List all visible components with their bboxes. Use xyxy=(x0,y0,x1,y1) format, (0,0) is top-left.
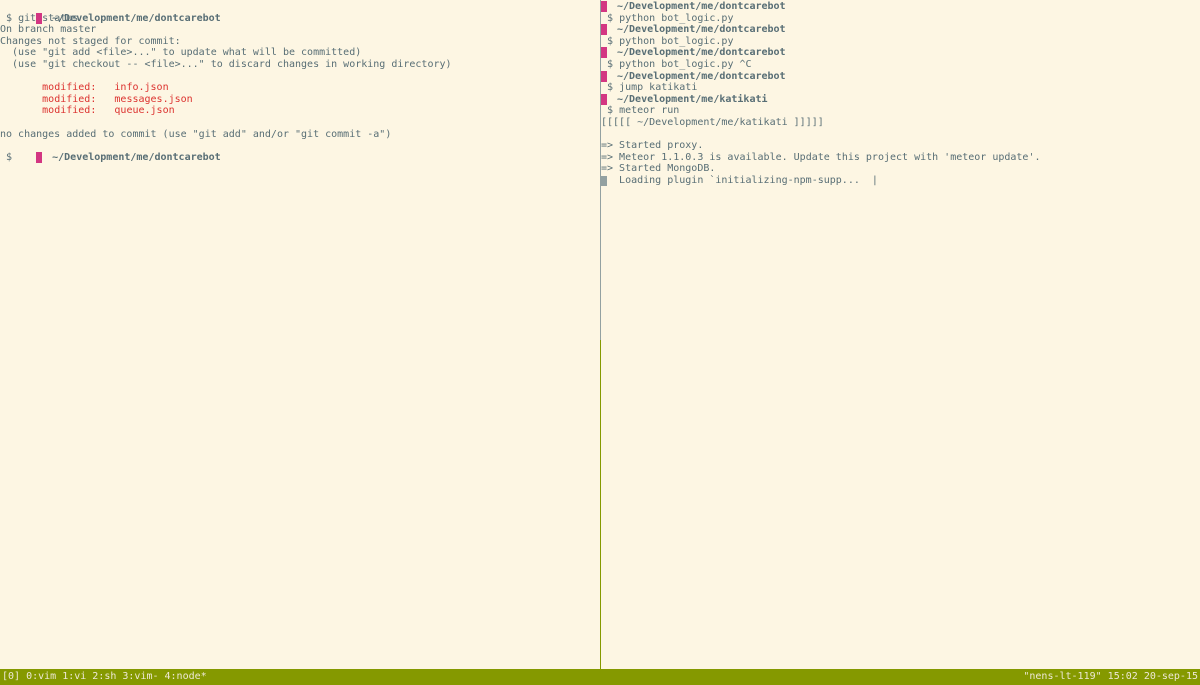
prompt-marker xyxy=(601,24,607,36)
meteor-banner: [[[[[ ~/Development/me/katikati ]]]]] xyxy=(601,116,824,128)
command-text: $ jump katikati xyxy=(607,82,698,94)
prompt-path: ~/Development/me/dontcarebot xyxy=(617,70,786,82)
window-tab[interactable]: 1:vi xyxy=(62,671,86,682)
output-line: => Started MongoDB. xyxy=(601,163,716,175)
terminal-pane-right[interactable]: ~/Development/me/dontcarebot $ python bo… xyxy=(601,0,1200,669)
modified-file-line: modified: info.json xyxy=(0,82,600,94)
output-line: Changes not staged for commit: xyxy=(0,35,181,47)
command-text: $ python bot_logic.py xyxy=(607,35,734,47)
prompt-line: ~/Development/me/dontcarebot xyxy=(601,1,1200,13)
window-tab[interactable]: 3:vim- xyxy=(122,671,158,682)
prompt-line: ~/Development/me/dontcarebot xyxy=(0,1,600,24)
command-line: $ python bot_logic.py ^C xyxy=(601,59,1200,71)
prompt-path: ~/Development/me/dontcarebot xyxy=(617,47,786,59)
session-id: [0] xyxy=(2,671,21,682)
output-line: (use "git add <file>..." to update what … xyxy=(0,47,362,59)
modified-file-line: modified: messages.json xyxy=(0,94,600,106)
command-line: $ python bot_logic.py xyxy=(601,36,1200,48)
prompt-marker xyxy=(601,93,607,105)
loading-text: Loading plugin `initializing-npm-supp... xyxy=(619,174,860,186)
window-tab-active[interactable]: 4:node* xyxy=(165,671,207,682)
prompt-symbol: $ xyxy=(6,151,13,163)
modified-file: info.json xyxy=(114,82,169,94)
clock-time: 15:02 xyxy=(1107,671,1138,682)
command-text: $ python bot_logic.py ^C xyxy=(607,58,752,70)
command-line: $ python bot_logic.py xyxy=(601,13,1200,25)
prompt-marker xyxy=(601,70,607,82)
block-cursor xyxy=(601,175,607,186)
output-line: => Started proxy. xyxy=(601,140,704,152)
prompt-path: ~/Development/me/dontcarebot xyxy=(617,1,786,12)
output-line: => Meteor 1.1.0.3 is available. Update t… xyxy=(601,151,1041,163)
command-text: $ meteor run xyxy=(607,105,680,117)
command-text: $ python bot_logic.py xyxy=(607,12,734,24)
output-line: (use "git checkout -- <file>..." to disc… xyxy=(0,58,452,70)
command-line: $ jump katikati xyxy=(601,82,1200,94)
prompt-path: ~/Development/me/dontcarebot xyxy=(617,24,786,36)
prompt-marker xyxy=(601,47,607,59)
prompt-line: ~/Development/me/dontcarebot xyxy=(601,70,1200,83)
command-line: $ git status xyxy=(0,13,600,25)
prompt-line: ~/Development/me/dontcarebot xyxy=(601,47,1200,59)
command-line: $ meteor run xyxy=(601,105,1200,117)
command-text: $ git status xyxy=(6,12,79,24)
status-right: "nens-lt-119" 15:02 20-sep-15 xyxy=(1023,669,1198,685)
modified-label: modified: xyxy=(42,93,97,105)
modified-file-line: modified: queue.json xyxy=(0,105,600,117)
modified-label: modified: xyxy=(42,105,97,117)
window-tab[interactable]: 2:sh xyxy=(92,671,116,682)
output-line: no changes added to commit (use "git add… xyxy=(0,128,392,140)
hostname: "nens-lt-119" xyxy=(1023,671,1102,682)
output-line: On branch master xyxy=(0,24,97,36)
command-input-line[interactable]: $ xyxy=(0,152,600,164)
modified-label: modified: xyxy=(42,82,97,94)
terminal-pane-left[interactable]: ~/Development/me/dontcarebot $ git statu… xyxy=(0,0,600,669)
clock-date: 20-sep-15 xyxy=(1143,671,1198,682)
modified-file: queue.json xyxy=(114,105,175,117)
status-left: [0] 0:vim 1:vi 2:sh 3:vim- 4:node* xyxy=(2,669,213,685)
modified-file: messages.json xyxy=(114,93,193,105)
loading-line: Loading plugin `initializing-npm-supp...… xyxy=(601,175,1200,187)
prompt-path: ~/Development/me/katikati xyxy=(617,93,768,105)
prompt-line: ~/Development/me/dontcarebot xyxy=(601,24,1200,36)
prompt-marker xyxy=(601,1,607,12)
prompt-line: ~/Development/me/katikati xyxy=(601,93,1200,106)
spinner: | xyxy=(871,174,878,186)
prompt-line: ~/Development/me/dontcarebot xyxy=(0,140,600,163)
tmux-status-bar: [0] 0:vim 1:vi 2:sh 3:vim- 4:node* "nens-lt-… xyxy=(0,669,1200,685)
window-tab[interactable]: 0:vim xyxy=(26,671,56,682)
